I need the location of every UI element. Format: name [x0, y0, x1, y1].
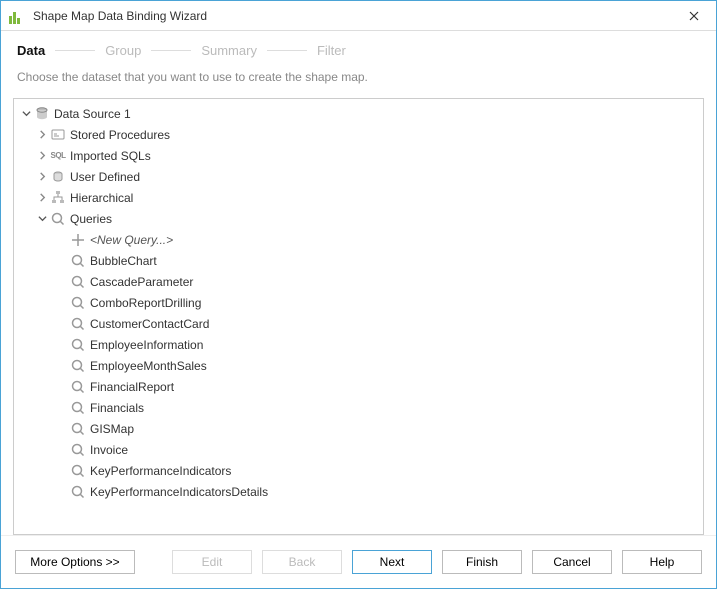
cancel-button[interactable]: Cancel	[532, 550, 612, 574]
query-icon	[70, 295, 86, 311]
wizard-window: Shape Map Data Binding Wizard Data Group…	[0, 0, 717, 589]
tree-node-datasource[interactable]: Data Source 1	[14, 103, 703, 124]
titlebar: Shape Map Data Binding Wizard	[1, 1, 716, 31]
tree-node-stored-procedures[interactable]: Stored Procedures	[14, 124, 703, 145]
query-icon	[70, 337, 86, 353]
query-icon	[50, 211, 66, 227]
tree-node-query[interactable]: ComboReportDrilling	[14, 292, 703, 313]
tree-node-label: Invoice	[90, 443, 128, 457]
tree-node-label: Data Source 1	[54, 107, 131, 121]
tree-node-query[interactable]: CascadeParameter	[14, 271, 703, 292]
tree-node-label: Imported SQLs	[70, 149, 151, 163]
query-icon	[70, 442, 86, 458]
chevron-right-icon[interactable]	[36, 129, 48, 141]
tree-node-query[interactable]: FinancialReport	[14, 376, 703, 397]
chevron-right-icon[interactable]	[36, 150, 48, 162]
edit-button: Edit	[172, 550, 252, 574]
tree-node-new-query[interactable]: <New Query...>	[14, 229, 703, 250]
tree-node-imported-sqls[interactable]: SQL Imported SQLs	[14, 145, 703, 166]
close-icon	[689, 11, 699, 21]
plus-icon	[70, 232, 86, 248]
stored-proc-icon	[50, 127, 66, 143]
tree-node-label: FinancialReport	[90, 380, 174, 394]
query-icon	[70, 400, 86, 416]
tree-node-label: KeyPerformanceIndicatorsDetails	[90, 485, 268, 499]
tree-node-label: Stored Procedures	[70, 128, 170, 142]
tree-node-label: KeyPerformanceIndicators	[90, 464, 231, 478]
query-icon	[70, 316, 86, 332]
tree-node-user-defined[interactable]: User Defined	[14, 166, 703, 187]
tree-node-label: CascadeParameter	[90, 275, 193, 289]
query-icon	[70, 421, 86, 437]
tree-node-label: GISMap	[90, 422, 134, 436]
datasource-icon	[34, 106, 50, 122]
tree-node-query[interactable]: EmployeeInformation	[14, 334, 703, 355]
tree-node-query[interactable]: EmployeeMonthSales	[14, 355, 703, 376]
tree-node-label: CustomerContactCard	[90, 317, 209, 331]
tree-node-label: Financials	[90, 401, 144, 415]
tree-node-queries[interactable]: Queries	[14, 208, 703, 229]
step-filter[interactable]: Filter	[317, 43, 346, 58]
tree-node-query[interactable]: Financials	[14, 397, 703, 418]
tree-node-label: Hierarchical	[70, 191, 133, 205]
tree-node-query[interactable]: KeyPerformanceIndicators	[14, 460, 703, 481]
tree-node-query[interactable]: GISMap	[14, 418, 703, 439]
query-icon	[70, 358, 86, 374]
tree-node-hierarchical[interactable]: Hierarchical	[14, 187, 703, 208]
dataset-tree[interactable]: Data Source 1 Stored Procedures SQL Impo…	[13, 98, 704, 535]
tree-node-label: EmployeeMonthSales	[90, 359, 207, 373]
more-options-button[interactable]: More Options >>	[15, 550, 135, 574]
tree-node-label: BubbleChart	[90, 254, 157, 268]
next-button[interactable]: Next	[352, 550, 432, 574]
tree-node-query[interactable]: BubbleChart	[14, 250, 703, 271]
query-icon	[70, 379, 86, 395]
help-button[interactable]: Help	[622, 550, 702, 574]
step-summary[interactable]: Summary	[201, 43, 257, 58]
tree-node-label: ComboReportDrilling	[90, 296, 201, 310]
tree-node-query[interactable]: KeyPerformanceIndicatorsDetails	[14, 481, 703, 502]
wizard-steps: Data Group Summary Filter	[1, 31, 716, 66]
close-button[interactable]	[680, 5, 708, 27]
finish-button[interactable]: Finish	[442, 550, 522, 574]
chevron-down-icon[interactable]	[36, 213, 48, 225]
tree-node-query[interactable]: Invoice	[14, 439, 703, 460]
step-data[interactable]: Data	[17, 43, 45, 58]
wizard-footer: More Options >> Edit Back Next Finish Ca…	[1, 535, 716, 588]
tree-node-label: Queries	[70, 212, 112, 226]
window-title: Shape Map Data Binding Wizard	[33, 9, 680, 23]
query-icon	[70, 484, 86, 500]
tree-node-label: EmployeeInformation	[90, 338, 203, 352]
tree-node-label: User Defined	[70, 170, 140, 184]
sql-icon: SQL	[50, 148, 66, 164]
instruction-text: Choose the dataset that you want to use …	[1, 66, 716, 98]
query-icon	[70, 274, 86, 290]
query-icon	[70, 463, 86, 479]
chevron-down-icon[interactable]	[20, 108, 32, 120]
back-button: Back	[262, 550, 342, 574]
tree-node-query[interactable]: CustomerContactCard	[14, 313, 703, 334]
tree-node-label: <New Query...>	[90, 233, 173, 247]
hierarchical-icon	[50, 190, 66, 206]
chevron-right-icon[interactable]	[36, 192, 48, 204]
user-defined-icon	[50, 169, 66, 185]
step-group[interactable]: Group	[105, 43, 141, 58]
app-icon	[9, 8, 25, 24]
chevron-right-icon[interactable]	[36, 171, 48, 183]
query-icon	[70, 253, 86, 269]
